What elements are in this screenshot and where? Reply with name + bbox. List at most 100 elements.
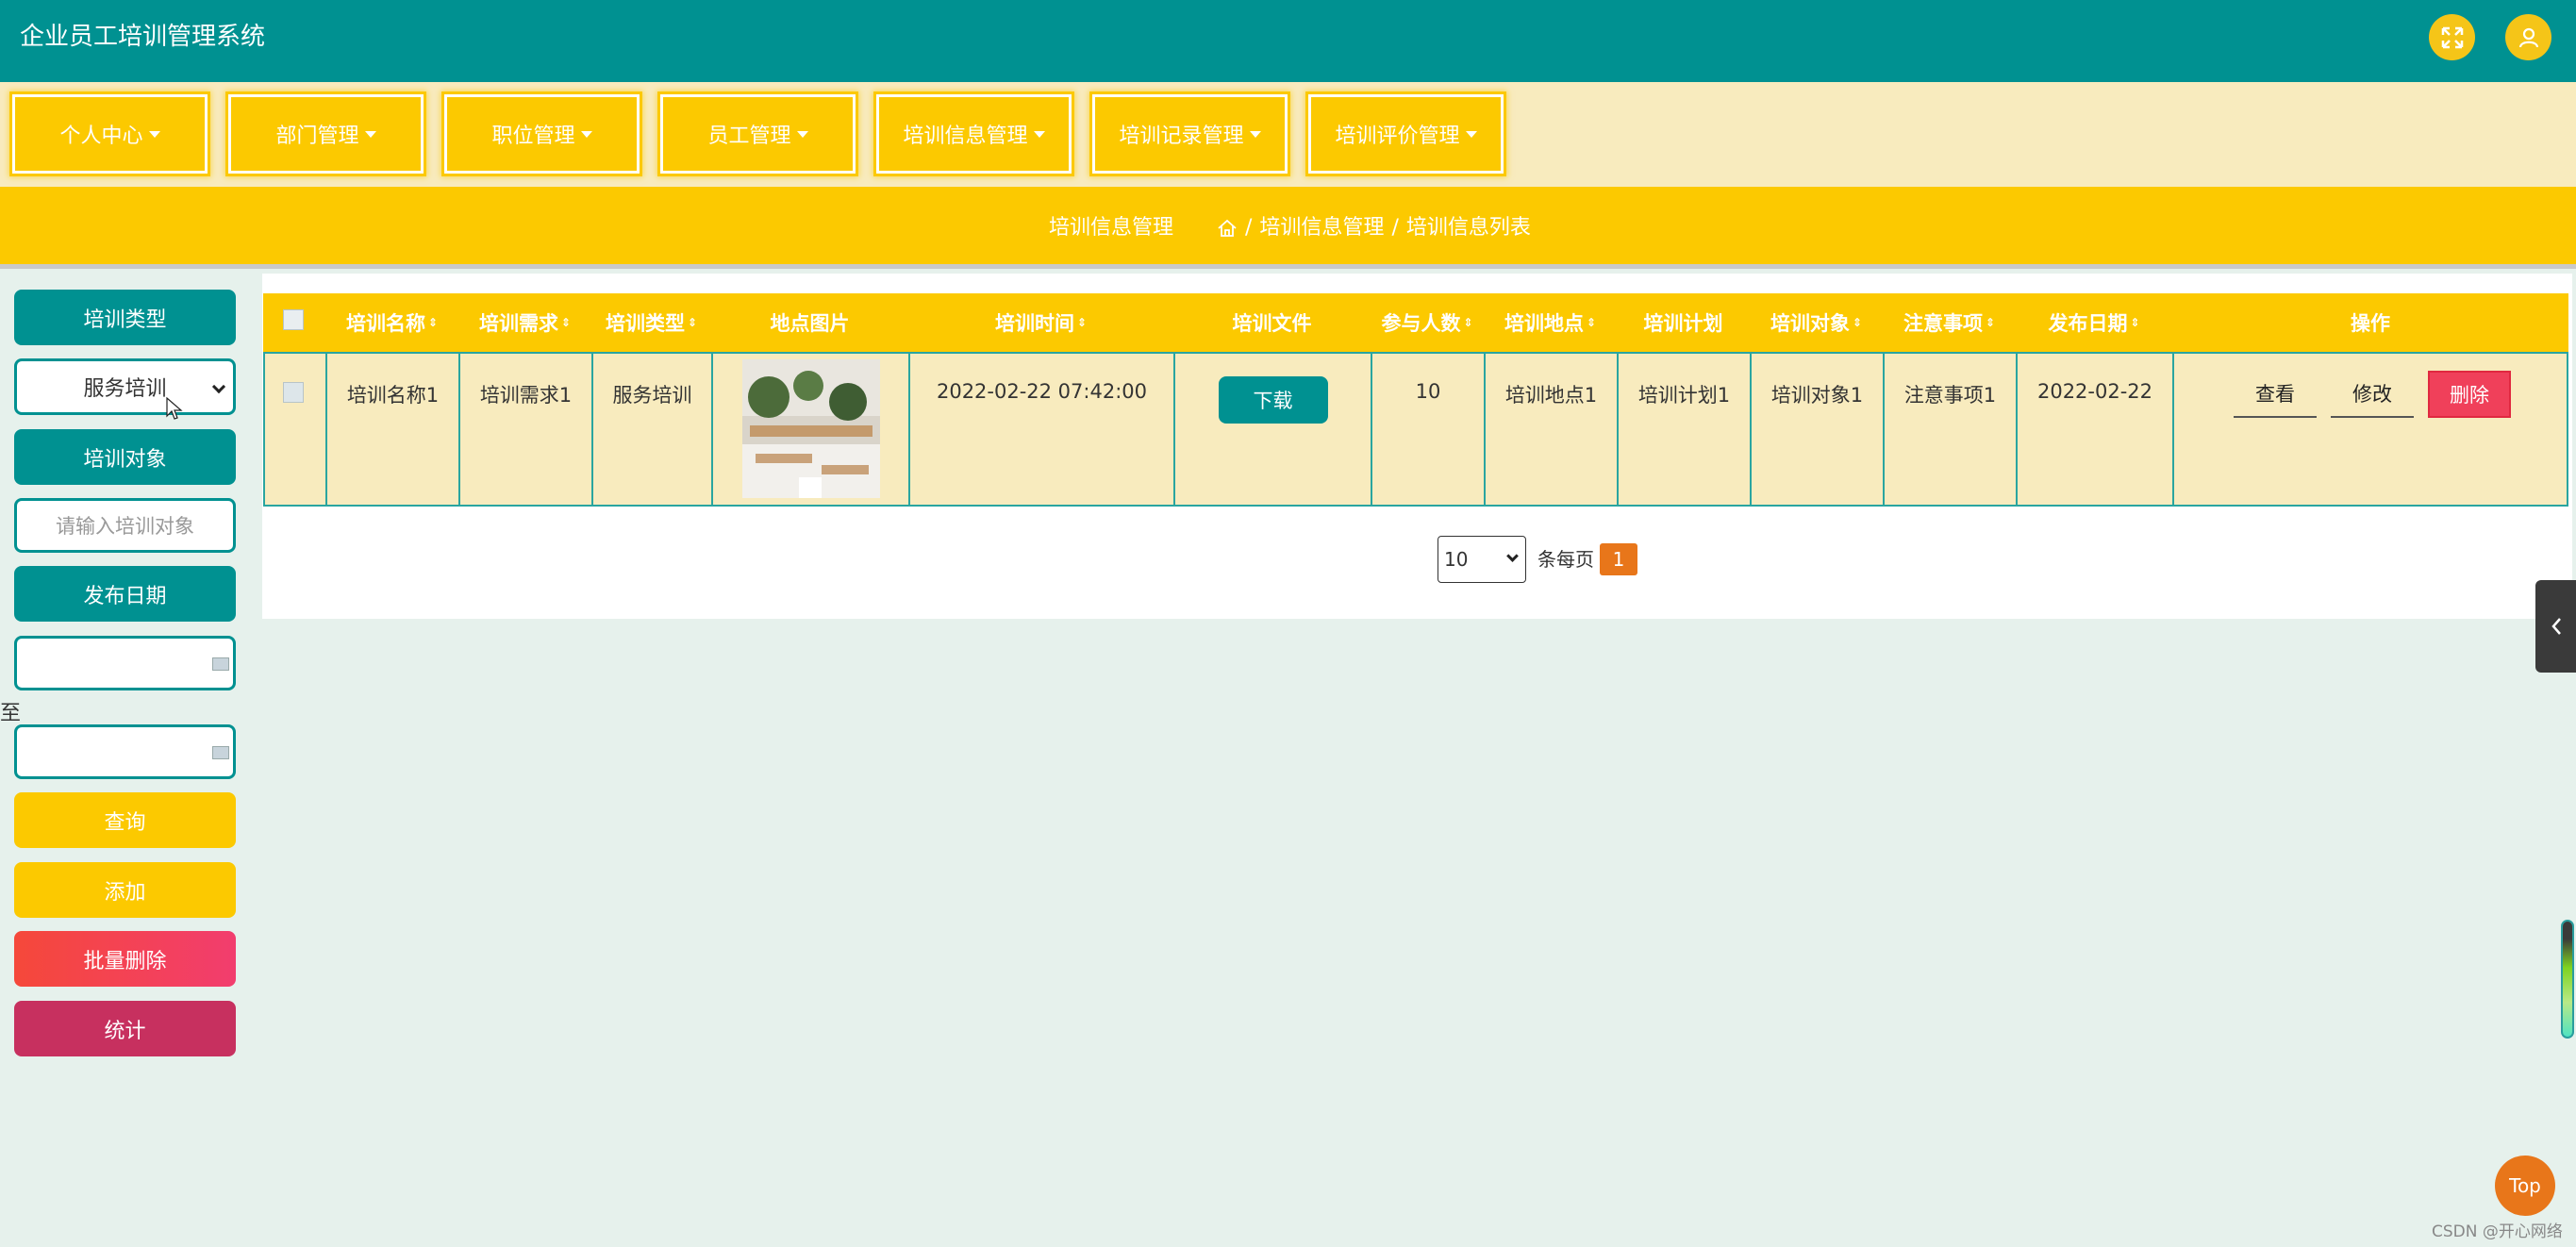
chevron-down-icon — [1506, 550, 1519, 562]
breadcrumb-bar: 培训信息管理 / 培训信息管理 / 培训信息列表 — [0, 187, 2576, 269]
chevron-down-icon — [211, 379, 226, 394]
sort-icon: ⇕ — [1586, 316, 1597, 329]
publish-date-start-input[interactable] — [14, 636, 236, 690]
col-header-notes[interactable]: 注意事项 ⇕ — [1883, 293, 2016, 352]
caret-down-icon — [1249, 130, 1261, 138]
fullscreen-icon — [2441, 26, 2463, 48]
publish-date-label: 发布日期 — [14, 566, 236, 622]
caret-down-icon — [796, 130, 808, 138]
breadcrumb: / 培训信息管理 / 培训信息列表 — [1217, 187, 1531, 269]
per-page-label: 条每页 — [1537, 548, 1594, 571]
menu-employee[interactable]: 员工管理 — [660, 94, 856, 174]
col-header-actions: 操作 — [2351, 312, 2390, 335]
menu-label: 员工管理 — [707, 125, 791, 148]
fullscreen-button[interactable] — [2429, 14, 2475, 60]
cell-file: 下载 — [1173, 354, 1371, 505]
batch-delete-button[interactable]: 批量删除 — [14, 931, 236, 987]
menu-position[interactable]: 职位管理 — [444, 94, 640, 174]
side-panel-toggle[interactable] — [2535, 580, 2576, 673]
caret-down-icon — [148, 130, 160, 138]
chevron-left-icon — [2551, 618, 2561, 635]
sort-icon: ⇕ — [560, 316, 572, 329]
sort-icon: ⇕ — [2130, 316, 2140, 329]
table-header: 培训名称 ⇕ 培训需求 ⇕ 培训类型 ⇕ 地点图片 培训时间 ⇕ 培训文件 参与人数 ⇕ … — [263, 293, 2568, 352]
add-button[interactable]: 添加 — [14, 862, 236, 918]
training-target-label: 培训对象 — [14, 429, 236, 485]
stats-button[interactable]: 统计 — [14, 1001, 236, 1056]
cell-date: 2022-02-22 — [2016, 354, 2172, 505]
col-header-location[interactable]: 培训地点 ⇕ — [1484, 293, 1617, 352]
col-header-need[interactable]: 培训需求 ⇕ — [458, 293, 591, 352]
cell-target: 培训对象1 — [1750, 354, 1883, 505]
user-button[interactable] — [2505, 14, 2551, 60]
menu-label: 职位管理 — [491, 125, 575, 148]
download-button[interactable]: 下载 — [1218, 376, 1328, 424]
page-size-select[interactable]: 10 — [1438, 536, 1526, 583]
menu-department[interactable]: 部门管理 — [228, 94, 424, 174]
menu-training-record[interactable]: 培训记录管理 — [1092, 94, 1288, 174]
cell-notes: 注意事项1 — [1883, 354, 2016, 505]
page-size-value: 10 — [1444, 548, 1469, 571]
view-button[interactable]: 查看 — [2234, 371, 2317, 418]
cell-name: 培训名称1 — [325, 354, 458, 505]
menu-label: 个人中心 — [59, 125, 143, 148]
menu-label: 部门管理 — [275, 125, 359, 148]
cell-need: 培训需求1 — [458, 354, 591, 505]
col-header-time[interactable]: 培训时间 ⇕ — [908, 293, 1173, 352]
caret-down-icon — [580, 130, 592, 138]
delete-button[interactable]: 删除 — [2428, 371, 2511, 418]
sort-icon: ⇕ — [1985, 316, 1996, 329]
publish-date-end-input[interactable] — [14, 724, 236, 779]
app-title: 企业员工培训管理系统 — [20, 23, 266, 51]
menu-personal-center[interactable]: 个人中心 — [12, 94, 208, 174]
date-range-to-label: 至 — [0, 702, 22, 725]
sort-icon: ⇕ — [1852, 316, 1863, 329]
cell-plan: 培训计划1 — [1617, 354, 1750, 505]
col-header-target[interactable]: 培训对象 ⇕ — [1750, 293, 1883, 352]
page-button-current[interactable]: 1 — [1600, 543, 1637, 575]
breadcrumb-item-training-info[interactable]: 培训信息管理 — [1259, 187, 1384, 269]
caret-down-icon — [364, 130, 376, 138]
training-type-select[interactable]: 服务培训 — [14, 358, 236, 420]
cell-time: 2022-02-22 07:42:00 — [908, 354, 1173, 505]
page-title: 培训信息管理 — [1049, 216, 1174, 240]
menu-training-info[interactable]: 培训信息管理 — [876, 94, 1072, 174]
breadcrumb-separator: / — [1245, 216, 1253, 240]
edit-button[interactable]: 修改 — [2331, 371, 2414, 418]
user-icon — [2518, 27, 2538, 47]
row-checkbox[interactable] — [283, 382, 304, 403]
col-header-file: 培训文件 — [1232, 312, 1312, 335]
caret-down-icon — [1465, 130, 1477, 138]
col-header-name[interactable]: 培训名称 ⇕ — [325, 293, 458, 352]
sort-icon: ⇕ — [1076, 316, 1088, 329]
table-row: 培训名称1 培训需求1 服务培训 2022-02-22 07:42:00 下载 … — [263, 352, 2568, 507]
menu-label: 培训评价管理 — [1335, 125, 1460, 148]
training-target-input[interactable]: 请输入培训对象 — [14, 498, 236, 553]
search-button[interactable]: 查询 — [14, 792, 236, 848]
breadcrumb-item-list: 培训信息列表 — [1405, 216, 1531, 240]
caret-down-icon — [1033, 130, 1045, 138]
col-header-image: 地点图片 — [770, 312, 850, 335]
menu-training-evaluation[interactable]: 培训评价管理 — [1308, 94, 1504, 174]
back-to-top-button[interactable]: Top — [2495, 1156, 2555, 1216]
calendar-icon[interactable] — [212, 657, 229, 671]
col-header-date[interactable]: 发布日期 ⇕ — [2016, 293, 2172, 352]
col-header-type[interactable]: 培训类型 ⇕ — [591, 293, 711, 352]
sort-icon: ⇕ — [687, 316, 698, 329]
menu-label: 培训信息管理 — [903, 125, 1028, 148]
training-type-value: 服务培训 — [83, 377, 167, 401]
location-photo[interactable] — [741, 359, 880, 498]
col-header-count[interactable]: 参与人数 ⇕ — [1371, 293, 1484, 352]
cell-image — [711, 354, 908, 505]
top-bar: 企业员工培训管理系统 — [0, 0, 2576, 82]
home-icon[interactable] — [1217, 218, 1238, 239]
col-header-plan: 培训计划 — [1643, 312, 1723, 335]
sort-icon: ⇕ — [1463, 316, 1473, 329]
sort-icon: ⇕ — [427, 316, 439, 329]
menu-label: 培训记录管理 — [1119, 125, 1244, 148]
training-type-label: 培训类型 — [14, 290, 236, 345]
select-all-checkbox[interactable] — [283, 309, 304, 330]
cell-actions: 查看 修改 删除 — [2172, 354, 2568, 505]
calendar-icon[interactable] — [212, 746, 229, 759]
scroll-indicator[interactable] — [2561, 920, 2574, 1039]
